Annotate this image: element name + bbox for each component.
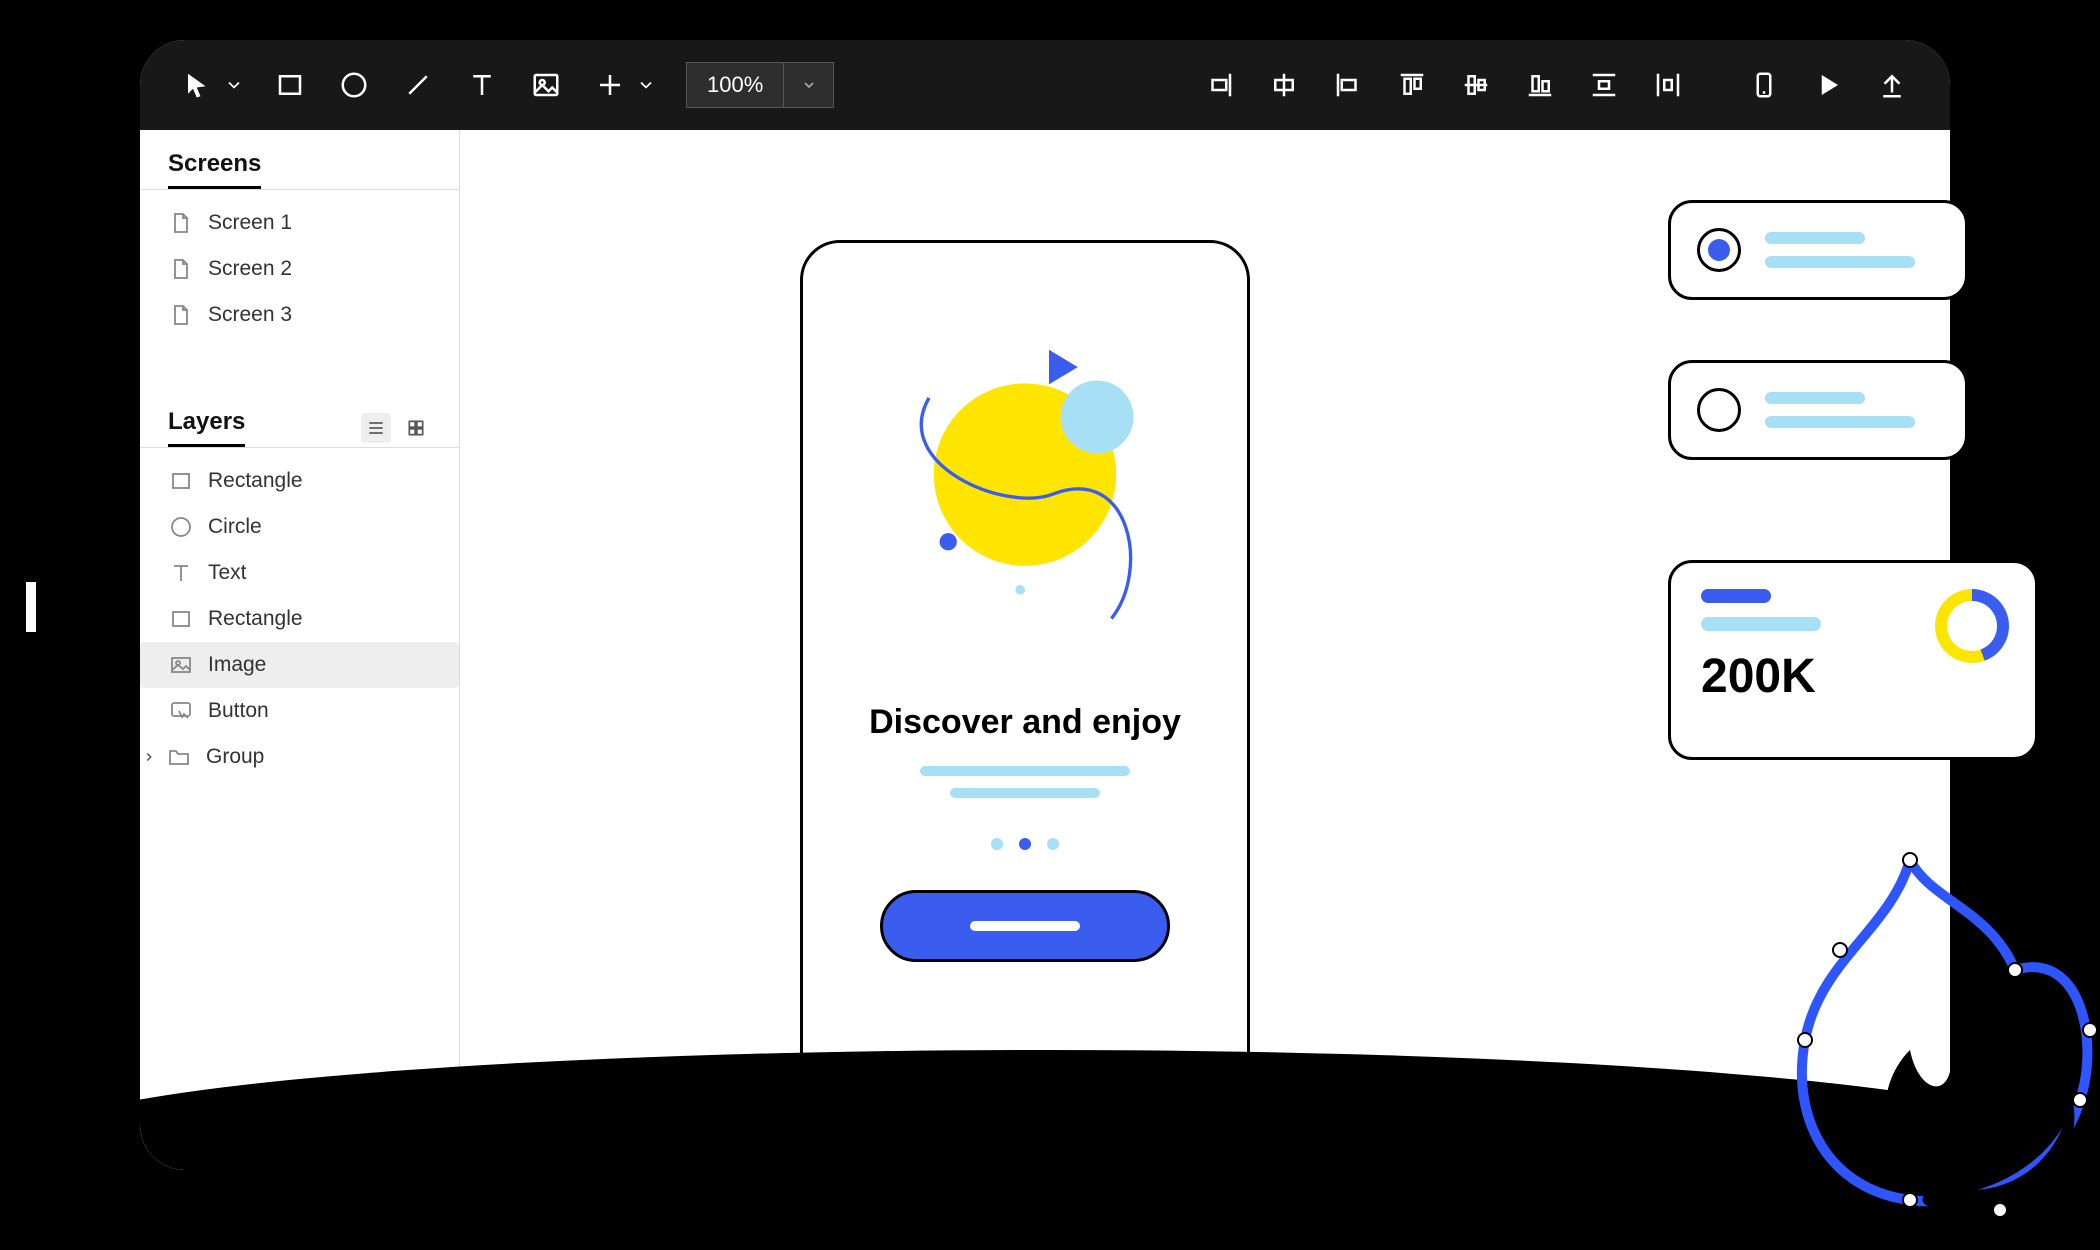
dot[interactable] (991, 838, 1003, 850)
page-icon (168, 302, 194, 328)
stat-card[interactable]: 200K (1668, 560, 2038, 760)
screen-label: Screen 1 (208, 211, 292, 235)
zoom-dropdown[interactable] (784, 62, 834, 108)
layer-label: Text (208, 561, 247, 585)
phone-subtitle-placeholder (920, 766, 1130, 798)
chevron-right-icon[interactable] (140, 748, 158, 766)
layer-item[interactable]: Button (140, 688, 459, 734)
image-icon (168, 652, 194, 678)
phone-mockup[interactable]: Discover and enjoy (800, 240, 1250, 1100)
layer-item[interactable]: Circle (140, 504, 459, 550)
screen-label: Screen 3 (208, 303, 292, 327)
page-icon (168, 210, 194, 236)
layers-panel-title: Layers (168, 408, 245, 447)
primary-button[interactable] (880, 890, 1170, 962)
circle-icon (168, 514, 194, 540)
device-preview-icon[interactable] (1746, 67, 1782, 103)
dot[interactable] (1047, 838, 1059, 850)
text-cursor-indicator (26, 582, 36, 632)
align-center-v-icon[interactable] (1458, 67, 1494, 103)
layer-label: Button (208, 699, 269, 723)
align-left-icon[interactable] (1330, 67, 1366, 103)
text-tool[interactable] (464, 67, 500, 103)
layer-item[interactable]: Rectangle (140, 596, 459, 642)
select-tool[interactable] (180, 67, 216, 103)
button-icon (168, 698, 194, 724)
layers-list: Rectangle Circle Text Rectangle Image (140, 448, 459, 790)
layer-item[interactable]: Text (140, 550, 459, 596)
grid-view-icon[interactable] (401, 413, 431, 443)
rectangle-icon (168, 606, 194, 632)
screen-item[interactable]: Screen 1 (140, 200, 459, 246)
ellipse-tool[interactable] (336, 67, 372, 103)
radio-selected-icon[interactable] (1697, 228, 1741, 272)
option-card-selected[interactable] (1668, 200, 1968, 300)
text-icon (168, 560, 194, 586)
align-bottom-icon[interactable] (1522, 67, 1558, 103)
upload-icon[interactable] (1874, 67, 1910, 103)
distribute-h-icon[interactable] (1650, 67, 1686, 103)
rectangle-icon (168, 468, 194, 494)
align-top-icon[interactable] (1394, 67, 1430, 103)
radio-icon[interactable] (1697, 388, 1741, 432)
button-label-placeholder (970, 921, 1080, 931)
rectangle-tool[interactable] (272, 67, 308, 103)
image-tool[interactable] (528, 67, 564, 103)
add-tool-dropdown[interactable] (636, 67, 656, 103)
add-tool[interactable] (592, 67, 628, 103)
screen-label: Screen 2 (208, 257, 292, 281)
layer-label: Image (208, 653, 266, 677)
screen-item[interactable]: Screen 2 (140, 246, 459, 292)
select-tool-dropdown[interactable] (224, 67, 244, 103)
screen-item[interactable]: Screen 3 (140, 292, 459, 338)
layer-label: Group (206, 745, 264, 769)
dot-active[interactable] (1019, 838, 1031, 850)
layer-label: Circle (208, 515, 262, 539)
pagination-dots[interactable] (991, 838, 1059, 850)
card-text-placeholder (1765, 392, 1915, 428)
layer-label: Rectangle (208, 607, 303, 631)
align-center-h-icon[interactable] (1266, 67, 1302, 103)
screens-list: Screen 1 Screen 2 Screen 3 (140, 190, 459, 348)
sidebar: Screens Screen 1 Screen 2 Screen 3 (140, 130, 460, 1170)
layer-item[interactable]: Group (140, 734, 459, 780)
option-card[interactable] (1668, 360, 1968, 460)
screens-panel-title: Screens (168, 150, 261, 189)
toolbar: 100% (140, 40, 1950, 130)
list-view-icon[interactable] (361, 413, 391, 443)
folder-icon (166, 744, 192, 770)
phone-illustration (833, 273, 1217, 693)
distribute-v-icon[interactable] (1586, 67, 1622, 103)
page-icon (168, 256, 194, 282)
phone-title: Discover and enjoy (869, 703, 1181, 742)
card-text-placeholder (1765, 232, 1915, 268)
layer-item[interactable]: Image (140, 642, 459, 688)
align-right-icon[interactable] (1202, 67, 1238, 103)
layer-item[interactable]: Rectangle (140, 458, 459, 504)
progress-ring-icon (1935, 589, 2009, 663)
line-tool[interactable] (400, 67, 436, 103)
play-icon[interactable] (1810, 67, 1846, 103)
zoom-value[interactable]: 100% (686, 62, 784, 108)
vector-path-flame[interactable] (1780, 840, 2100, 1220)
layer-label: Rectangle (208, 469, 303, 493)
